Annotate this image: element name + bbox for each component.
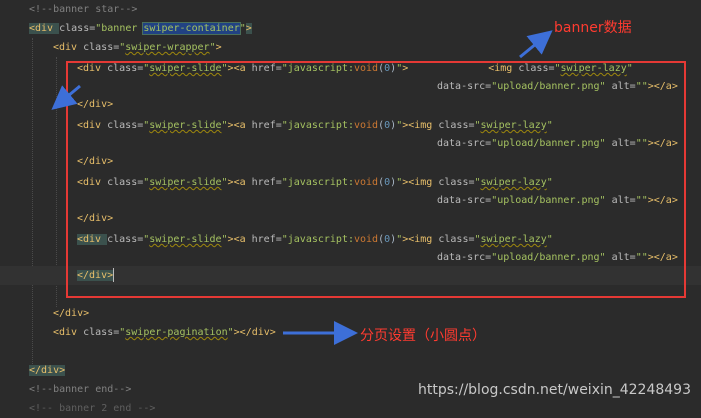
arrow-to-box-left (51, 84, 81, 110)
banner-data-note: banner数据 (554, 20, 632, 36)
arrow-to-banner-note (519, 30, 553, 59)
watermark: https://blog.csdn.net/weixin_42248493 (417, 382, 691, 398)
annotation-arrows (51, 30, 553, 345)
pagination-note: 分页设置（小圆点） (360, 328, 486, 344)
